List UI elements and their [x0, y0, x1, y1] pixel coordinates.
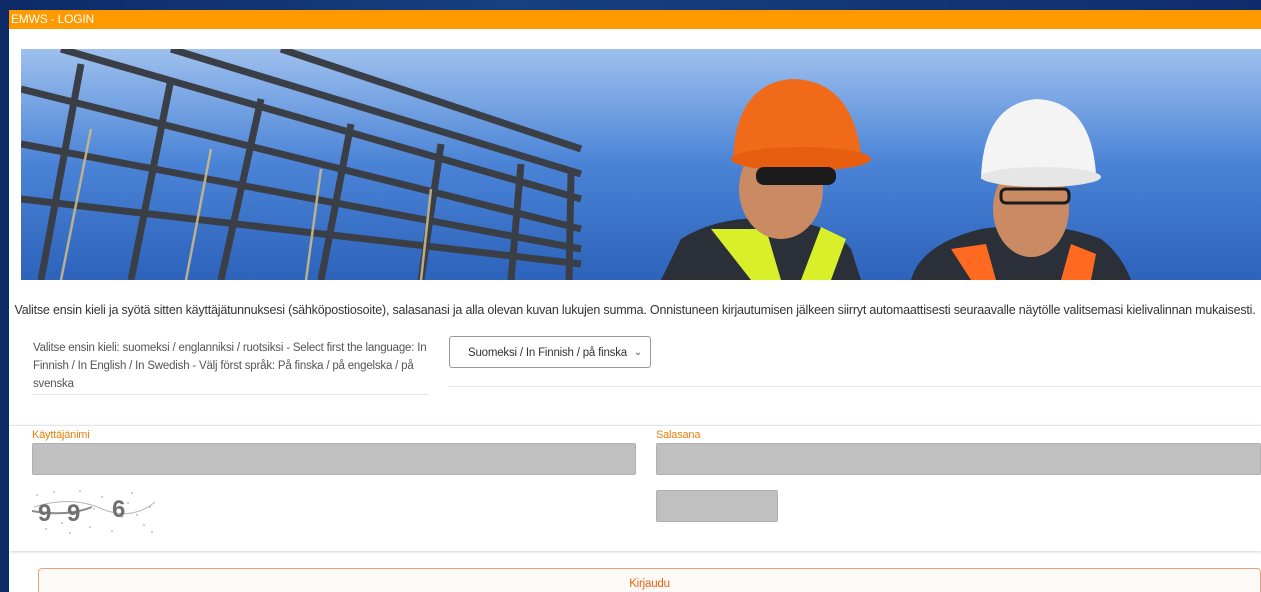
- window-title: EMWS - LOGIN: [9, 10, 1261, 29]
- divider: [33, 394, 429, 395]
- login-button[interactable]: Kirjaudu: [38, 568, 1261, 592]
- language-instructions: Valitse ensin kieli: suomeksi / englanni…: [33, 342, 427, 390]
- language-select[interactable]: Suomeksi / In Finnish / på finska ⌄: [449, 336, 651, 368]
- captcha-image: 9 9 6: [32, 487, 157, 537]
- password-label: Salasana: [656, 429, 701, 441]
- divider: [449, 386, 1261, 387]
- chevron-down-icon: ⌄: [633, 347, 642, 358]
- captcha-answer-input[interactable]: [656, 490, 778, 522]
- login-instructions: Valitse ensin kieli ja syötä sitten käyt…: [14, 303, 1256, 317]
- username-input[interactable]: [32, 443, 636, 475]
- language-select-value: Suomeksi / In Finnish / på finska: [468, 347, 627, 359]
- header-banner-image: [21, 49, 1261, 280]
- login-window: EMWS - LOGIN Valitse ensin kieli ja syöt…: [9, 10, 1261, 592]
- captcha-digit: 6: [112, 496, 125, 523]
- password-input[interactable]: [656, 443, 1261, 475]
- captcha-digit: 9: [38, 500, 51, 527]
- username-label: Käyttäjänimi: [32, 429, 90, 441]
- captcha-digit: 9: [67, 500, 80, 527]
